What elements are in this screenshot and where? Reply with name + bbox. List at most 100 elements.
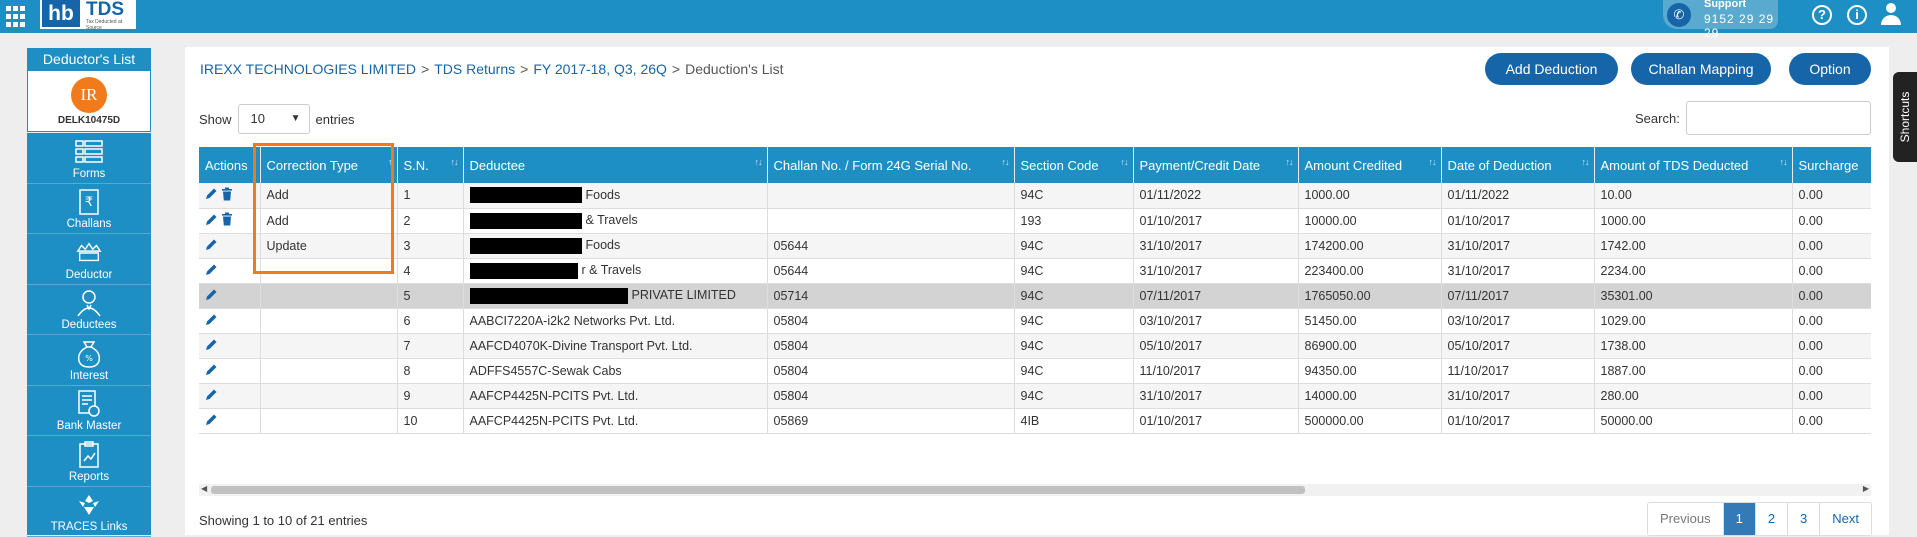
column-header-amount-credited[interactable]: Amount Credited↑↓ <box>1298 147 1441 183</box>
breadcrumb-current: Deduction's List <box>685 61 783 77</box>
table-row[interactable]: Update3Foods0564494C31/10/2017174200.003… <box>199 233 1871 258</box>
edit-icon[interactable] <box>205 263 218 279</box>
edit-icon[interactable] <box>205 313 218 329</box>
delete-icon[interactable] <box>221 212 233 229</box>
sidebar-item-label: Deductees <box>62 319 117 331</box>
cell-correction-type <box>260 408 397 433</box>
cell-payment-date: 31/10/2017 <box>1133 233 1298 258</box>
table-row[interactable]: 8ADFFS4557C-Sewak Cabs0580494C11/10/2017… <box>199 358 1871 383</box>
breadcrumb-period[interactable]: FY 2017-18, Q3, 26Q <box>533 61 667 77</box>
breadcrumb-tds-returns[interactable]: TDS Returns <box>434 61 515 77</box>
top-bar: hb TDS Tax Deducted at Source ✆ Support … <box>0 0 1917 33</box>
info-icon[interactable]: i <box>1847 5 1867 25</box>
column-header-correction-type[interactable]: Correction Type↑ <box>260 147 397 183</box>
deductor-card[interactable]: IR DELK10475D <box>27 70 151 132</box>
page-3-button[interactable]: 3 <box>1788 503 1820 535</box>
page-1-button[interactable]: 1 <box>1724 503 1756 535</box>
sidebar-item-label: Challans <box>67 218 112 230</box>
table-row[interactable]: 4r & Travels0564494C31/10/2017223400.003… <box>199 258 1871 283</box>
sidebar-item-bank-master[interactable]: Bank Master <box>27 386 151 437</box>
sort-icon: ↑↓ <box>1121 157 1128 167</box>
sidebar-item-challans[interactable]: ₹ Challans <box>27 184 151 235</box>
table-row[interactable]: Add2& Travels19301/10/201710000.0001/10/… <box>199 208 1871 233</box>
sidebar-item-forms[interactable]: Forms <box>27 133 151 184</box>
cell-sn: 4 <box>397 258 463 283</box>
column-header-challan-no[interactable]: Challan No. / Form 24G Serial No.↑↓ <box>767 147 1014 183</box>
column-header-date-of-deduction[interactable]: Date of Deduction↑↓ <box>1441 147 1594 183</box>
column-header-section-code[interactable]: Section Code↑↓ <box>1014 147 1133 183</box>
sidebar-item-traces-links[interactable]: TRACES Links <box>27 487 151 537</box>
column-header-label: Surcharge <box>1799 158 1859 173</box>
deductors-list-title[interactable]: Deductor's List <box>27 48 151 70</box>
edit-icon[interactable] <box>205 388 218 404</box>
delete-icon[interactable] <box>221 187 233 204</box>
sort-icon: ↑↓ <box>1780 157 1787 167</box>
deductions-table: ActionsCorrection Type↑S.N.↑↓Deductee↑↓C… <box>199 147 1871 434</box>
next-page-button[interactable]: Next <box>1820 503 1871 535</box>
column-header-actions[interactable]: Actions <box>199 147 260 183</box>
column-header-surcharge[interactable]: Surcharge <box>1792 147 1871 183</box>
table-row[interactable]: 5PRIVATE LIMITED0571494C07/11/2017176505… <box>199 283 1871 308</box>
edit-icon[interactable] <box>205 288 218 304</box>
deductees-icon <box>75 289 103 317</box>
option-button[interactable]: Option <box>1789 53 1871 85</box>
deductee-suffix: & Travels <box>586 213 638 227</box>
scroll-right-icon[interactable]: ▶ <box>1863 484 1869 493</box>
cell-correction-type <box>260 258 397 283</box>
cell-amount-credited: 14000.00 <box>1298 383 1441 408</box>
previous-page-button[interactable]: Previous <box>1648 503 1724 535</box>
page-2-button[interactable]: 2 <box>1756 503 1788 535</box>
sidebar-item-deductees[interactable]: Deductees <box>27 285 151 336</box>
column-header-sn[interactable]: S.N.↑↓ <box>397 147 463 183</box>
edit-icon[interactable] <box>205 338 218 354</box>
apps-grid-icon[interactable] <box>6 6 28 28</box>
search-input[interactable] <box>1686 101 1871 135</box>
deductee-suffix: r & Travels <box>582 263 642 277</box>
cell-surcharge: 0.00 <box>1792 333 1871 358</box>
scrollbar-thumb[interactable] <box>211 486 1305 494</box>
cell-tds-deducted: 1887.00 <box>1594 358 1792 383</box>
cell-surcharge: 0.00 <box>1792 383 1871 408</box>
scroll-left-icon[interactable]: ◀ <box>201 484 207 493</box>
shortcuts-tab[interactable]: Shortcuts <box>1893 72 1917 162</box>
column-header-tds-deducted[interactable]: Amount of TDS Deducted↑↓ <box>1594 147 1792 183</box>
cell-amount-credited: 94350.00 <box>1298 358 1441 383</box>
sort-icon: ↑↓ <box>1286 157 1293 167</box>
cell-sn: 6 <box>397 308 463 333</box>
challan-mapping-button[interactable]: Challan Mapping <box>1631 53 1771 85</box>
table-row[interactable]: 6AABCI7220A-i2k2 Networks Pvt. Ltd.05804… <box>199 308 1871 333</box>
cell-tds-deducted: 50000.00 <box>1594 408 1792 433</box>
pagination: Previous 1 2 3 Next <box>1647 502 1872 536</box>
help-icon[interactable]: ? <box>1812 5 1832 25</box>
column-header-deductee[interactable]: Deductee↑↓ <box>463 147 767 183</box>
page-length-value: 10 <box>251 111 265 126</box>
support-widget[interactable]: ✆ Support 9152 29 29 29 <box>1663 0 1778 29</box>
cell-deductee: Foods <box>463 183 767 208</box>
table-row[interactable]: 9AAFCP4425N-PCITS Pvt. Ltd.0580494C31/10… <box>199 383 1871 408</box>
breadcrumb-company[interactable]: IREXX TECHNOLOGIES LIMITED <box>200 61 416 77</box>
sidebar-item-label: Bank Master <box>57 420 122 432</box>
page-length-select[interactable]: 10 ▼ <box>238 104 310 134</box>
edit-icon[interactable] <box>205 413 218 429</box>
table-row[interactable]: Add1Foods94C01/11/20221000.0001/11/20221… <box>199 183 1871 208</box>
breadcrumb-separator: > <box>421 61 429 77</box>
table-row[interactable]: 7AAFCD4070K-Divine Transport Pvt. Ltd.05… <box>199 333 1871 358</box>
table-row[interactable]: 10AAFCP4425N-PCITS Pvt. Ltd.058694IB01/1… <box>199 408 1871 433</box>
cell-tds-deducted: 10.00 <box>1594 183 1792 208</box>
deductor-icon <box>75 239 103 267</box>
sidebar-item-reports[interactable]: Reports <box>27 436 151 487</box>
edit-icon[interactable] <box>205 363 218 379</box>
sidebar-item-interest[interactable]: % Interest <box>27 335 151 386</box>
cell-sn: 9 <box>397 383 463 408</box>
edit-icon[interactable] <box>205 238 218 254</box>
sidebar-nav: Forms ₹ Challans Deductor Deductees % In… <box>27 133 151 535</box>
edit-icon[interactable] <box>205 213 218 229</box>
sidebar-item-deductor[interactable]: Deductor <box>27 234 151 285</box>
add-deduction-button[interactable]: Add Deduction <box>1485 53 1618 85</box>
app-logo[interactable]: hb TDS Tax Deducted at Source <box>40 0 136 29</box>
horizontal-scrollbar[interactable]: ◀ ▶ <box>199 484 1871 496</box>
user-icon[interactable] <box>1880 3 1902 27</box>
column-header-payment-date[interactable]: Payment/Credit Date↑↓ <box>1133 147 1298 183</box>
breadcrumb-separator: > <box>672 61 680 77</box>
edit-icon[interactable] <box>205 187 218 203</box>
